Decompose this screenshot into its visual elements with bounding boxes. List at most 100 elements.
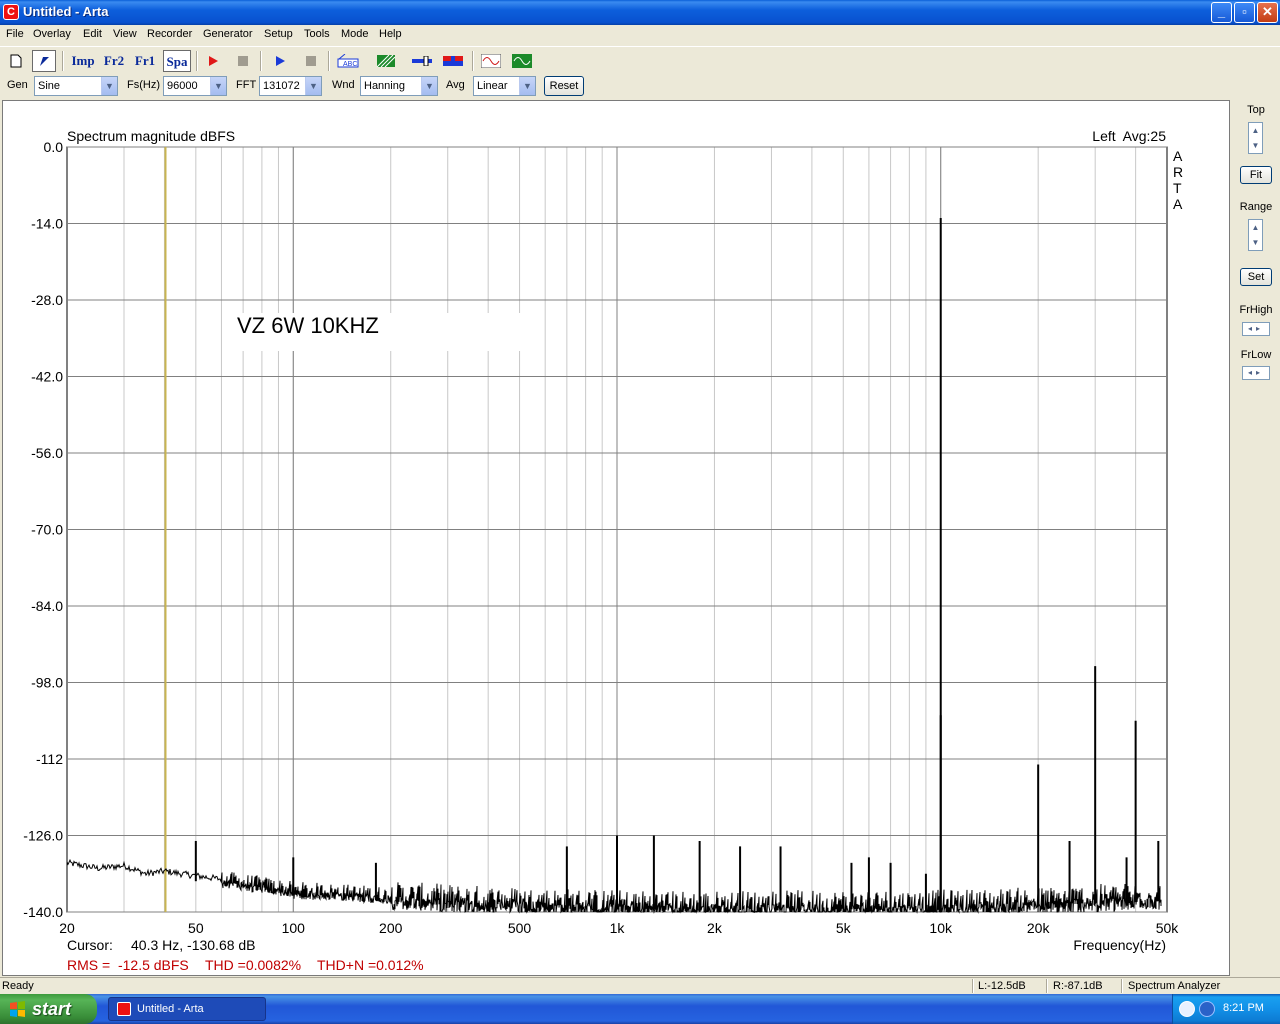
gen-label: Gen	[7, 79, 28, 91]
menu-recorder[interactable]: Recorder	[147, 28, 192, 40]
fft-size-value: 131072	[263, 80, 300, 92]
chevron-left-icon[interactable]	[1179, 1001, 1195, 1017]
status-bar: Ready L:-12.5dB R:-87.1dB Spectrum Analy…	[0, 977, 1280, 994]
x-tick-label: 50	[188, 920, 204, 936]
fft-size-select[interactable]: 131072 ▼	[259, 76, 322, 96]
menu-edit[interactable]: Edit	[83, 28, 102, 40]
top-spinner[interactable]: ▲ ▼	[1248, 122, 1263, 154]
spectrum-chart[interactable]: 0.0 -14.0 -28.0 -42.0 -56.0 -70.0 -84.0 -98.0 -1…	[3, 101, 1229, 975]
system-tray: 8:21 PM	[1172, 994, 1280, 1024]
x-tick-label: 100	[282, 920, 306, 936]
chevron-down-icon[interactable]: ▼	[210, 77, 226, 95]
cursor-icon[interactable]	[32, 50, 56, 72]
range-label: Range	[1239, 201, 1273, 213]
analyzer-mode: Spectrum Analyzer	[1128, 980, 1221, 992]
y-tick-label: -70.0	[31, 522, 63, 538]
spectrum-plot-panel[interactable]: 0.0 -14.0 -28.0 -42.0 -56.0 -70.0 -84.0 -98.0 -1…	[2, 100, 1230, 976]
menu-bar: File Overlay Edit View Recorder Generato…	[0, 25, 1280, 45]
stop2-icon[interactable]	[299, 50, 323, 72]
set-button[interactable]: Set	[1240, 268, 1272, 286]
scale-control-panel: Top ▲ ▼ Fit Range ▲ ▼ Set FrHigh ◂▸ FrLow …	[1232, 100, 1280, 976]
x-tick-label: 2k	[707, 920, 723, 936]
range-spinner[interactable]: ▲ ▼	[1248, 219, 1263, 251]
x-tick-label: 50k	[1156, 920, 1180, 936]
meter-icon[interactable]	[441, 50, 465, 72]
taskbar: start Untitled - Arta 8:21 PM	[0, 994, 1280, 1024]
fs-label: Fs(Hz)	[127, 79, 160, 91]
sample-rate-select[interactable]: 96000 ▼	[163, 76, 227, 96]
avg-label: Avg	[446, 79, 465, 91]
y-tick-label: -126.0	[23, 828, 63, 844]
arta-watermark: ARTA	[1173, 148, 1183, 212]
y-tick-label: -112	[36, 751, 63, 767]
svg-text:ABC: ABC	[343, 61, 357, 68]
fit-button[interactable]: Fit	[1240, 166, 1272, 184]
slider-icon[interactable]	[410, 50, 434, 72]
x-tick-label: 10k	[929, 920, 953, 936]
channel-avg-label: Left Avg:25	[1092, 128, 1166, 144]
top-label: Top	[1247, 104, 1265, 116]
sine-icon[interactable]	[479, 50, 503, 72]
hatch-icon[interactable]	[374, 50, 398, 72]
menu-generator[interactable]: Generator	[203, 28, 253, 40]
fr2-mode-button[interactable]: Fr2	[101, 50, 127, 72]
right-level: R:-87.1dB	[1053, 980, 1103, 992]
x-tick-label: 200	[379, 920, 403, 936]
imp-mode-button[interactable]: Imp	[70, 50, 96, 72]
play-icon[interactable]	[268, 50, 292, 72]
menu-file[interactable]: File	[6, 28, 24, 40]
status-ready: Ready	[2, 980, 34, 992]
scope-icon[interactable]	[510, 50, 534, 72]
rms-readout: RMS = -12.5 dBFS	[67, 957, 189, 973]
y-tick-label: -14.0	[31, 216, 63, 232]
generator-select[interactable]: Sine ▼	[34, 76, 118, 96]
minimize-button[interactable]: _	[1211, 2, 1232, 23]
menu-tools[interactable]: Tools	[304, 28, 330, 40]
menu-view[interactable]: View	[113, 28, 137, 40]
window-title: Untitled - Arta	[23, 4, 109, 19]
antivirus-tray-icon[interactable]	[1199, 1001, 1215, 1017]
menu-help[interactable]: Help	[379, 28, 402, 40]
y-tick-label: -84.0	[31, 598, 63, 614]
menu-setup[interactable]: Setup	[264, 28, 293, 40]
window-select[interactable]: Hanning ▼	[360, 76, 438, 96]
toolbar: Imp Fr2 Fr1 Spa ABC	[0, 46, 1280, 72]
record-icon[interactable]	[201, 50, 225, 72]
spa-mode-button[interactable]: Spa	[163, 50, 191, 72]
maximize-button[interactable]: ▫	[1234, 2, 1255, 23]
thdn-readout: THD+N =0.012%	[317, 957, 424, 973]
frlow-label: FrLow	[1240, 349, 1272, 361]
x-tick-label: 20	[59, 920, 75, 936]
thd-readout: THD =0.0082%	[205, 957, 301, 973]
stop-icon[interactable]	[231, 50, 255, 72]
left-level: L:-12.5dB	[978, 980, 1026, 992]
abc-icon[interactable]: ABC	[336, 50, 360, 72]
frhigh-spinner[interactable]: ◂▸	[1242, 322, 1270, 336]
chevron-down-icon[interactable]: ▼	[519, 77, 535, 95]
start-button[interactable]: start	[0, 994, 97, 1024]
annotation-text: VZ 6W 10KHZ	[237, 313, 379, 338]
y-tick-label: -98.0	[31, 675, 63, 691]
windows-logo-icon	[10, 1001, 25, 1017]
taskbar-item-arta[interactable]: Untitled - Arta	[108, 997, 266, 1021]
frlow-spinner[interactable]: ◂▸	[1242, 366, 1270, 380]
chevron-down-icon[interactable]: ▼	[101, 77, 117, 95]
frhigh-label: FrHigh	[1239, 304, 1273, 316]
arta-app-icon[interactable]: C	[3, 4, 19, 20]
menu-mode[interactable]: Mode	[341, 28, 369, 40]
averaging-value: Linear	[477, 80, 508, 92]
taskbar-item-label: Untitled - Arta	[137, 1003, 204, 1015]
averaging-select[interactable]: Linear ▼	[473, 76, 536, 96]
close-button[interactable]: ✕	[1257, 2, 1278, 23]
chevron-down-icon[interactable]: ▼	[305, 77, 321, 95]
fft-label: FFT	[236, 79, 257, 91]
x-tick-label: 20k	[1027, 920, 1051, 936]
fr1-mode-button[interactable]: Fr1	[132, 50, 158, 72]
chevron-down-icon[interactable]: ▼	[421, 77, 437, 95]
x-tick-label: 1k	[610, 920, 626, 936]
clock: 8:21 PM	[1223, 1002, 1264, 1014]
reset-button[interactable]: Reset	[544, 76, 584, 96]
new-icon[interactable]	[4, 50, 28, 72]
menu-overlay[interactable]: Overlay	[33, 28, 71, 40]
window-label: Wnd	[332, 79, 355, 91]
